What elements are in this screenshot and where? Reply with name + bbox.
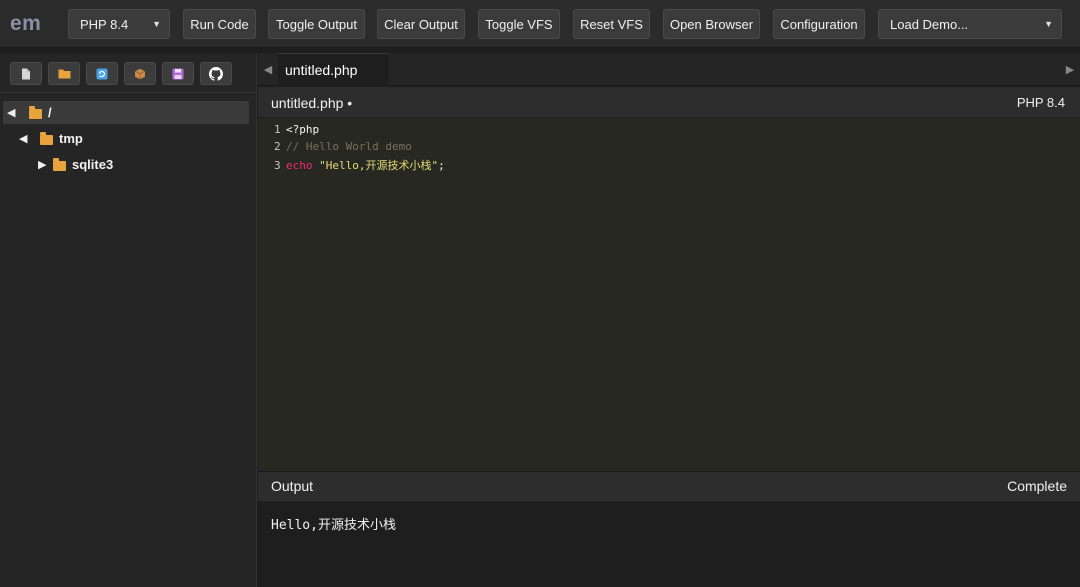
folder-icon [29,105,42,119]
reset-vfs-button[interactable]: Reset VFS [573,9,650,39]
code-string: "Hello,开源技术小栈" [319,159,439,172]
new-file-button[interactable] [10,62,42,85]
code-line[interactable]: 2 // Hello World demo [274,140,412,157]
folder-icon [53,157,66,171]
line-number: 1 [274,123,281,136]
code-punctuation: ; [438,159,445,172]
expand-arrow-icon[interactable]: ▶ [38,158,52,171]
package-button[interactable] [124,62,156,85]
editor-header: untitled.php • PHP 8.4 [258,87,1080,118]
output-text: Hello,开源技术小栈 [271,518,396,533]
tree-node-label: sqlite3 [72,157,114,172]
output-title: Output [271,478,314,494]
editor-language-label: PHP 8.4 [1016,95,1065,110]
tree-node-label: / [48,105,52,120]
code-keyword: echo [286,159,313,172]
collapse-arrow-icon[interactable]: ◀ [19,132,33,145]
load-demo-select[interactable]: Load Demo... ▼ [878,9,1062,39]
code-editor[interactable]: 1 <?php 2 // Hello World demo 3 echo "Hello… [258,118,1080,471]
refresh-icon [96,68,108,79]
tree-node-root[interactable]: ◀ / [3,101,249,124]
save-icon [172,68,184,79]
tab-untitled-php[interactable]: untitled.php [278,53,389,86]
chevron-down-icon: ▼ [152,19,161,29]
tab-scroll-left-icon[interactable]: ◀ [258,53,278,86]
file-explorer: ◀ / ◀ tmp ▶ sqlite3 [0,53,257,587]
open-browser-button[interactable]: Open Browser [663,9,760,39]
explorer-toolbar [0,53,257,93]
tree-node-label: tmp [59,131,83,146]
chevron-down-icon: ▼ [1044,19,1053,29]
run-code-button[interactable]: Run Code [183,9,256,39]
configuration-button[interactable]: Configuration [773,9,865,39]
new-folder-icon [58,69,70,79]
load-demo-value: Load Demo... [890,16,969,32]
php-version-select[interactable]: PHP 8.4 ▼ [68,9,170,39]
php-version-value: PHP 8.4 [80,16,129,32]
code-line[interactable]: 1 <?php [274,123,319,140]
folder-icon [40,131,53,145]
output-status: Complete [1007,478,1067,494]
line-number: 3 [274,159,281,172]
tree-node-tmp[interactable]: ◀ tmp [19,127,249,150]
refresh-button[interactable] [86,62,118,85]
output-header: Output Complete [258,471,1080,501]
code-comment: // Hello World demo [286,140,412,153]
github-button[interactable] [200,62,232,85]
editor-tab-bar: ◀ untitled.php ▶ [258,53,1080,86]
toggle-vfs-button[interactable]: Toggle VFS [478,9,560,39]
tree-node-sqlite3[interactable]: ▶ sqlite3 [38,153,249,176]
collapse-arrow-icon[interactable]: ◀ [7,106,21,119]
clear-output-button[interactable]: Clear Output [377,9,465,39]
editor-file-title: untitled.php • [271,95,353,111]
app-logo: em [10,12,42,35]
github-icon [209,66,223,81]
tab-scroll-right-icon[interactable]: ▶ [1060,53,1080,86]
new-file-icon [22,68,30,79]
save-button[interactable] [162,62,194,85]
php-open-tag: <?php [286,123,320,136]
top-toolbar: em PHP 8.4 ▼ Run Code Toggle Output Clea… [0,0,1080,48]
new-folder-button[interactable] [48,62,80,85]
output-panel: Hello,开源技术小栈 [258,501,1080,587]
line-number: 2 [274,140,281,153]
toggle-output-button[interactable]: Toggle Output [268,9,365,39]
code-line[interactable]: 3 echo "Hello,开源技术小栈"; [274,157,445,174]
package-icon [134,68,146,79]
